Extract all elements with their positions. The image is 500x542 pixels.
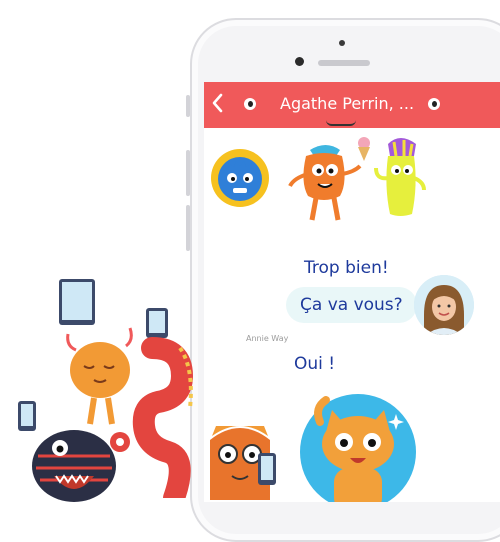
cat-sticker[interactable] [298, 392, 418, 502]
message-oui: Oui ! [294, 354, 336, 374]
dark-striped-monster [24, 418, 134, 512]
monster-eye-left [244, 98, 256, 110]
girl-avatar-icon [414, 275, 474, 335]
volume-up-button [186, 150, 190, 196]
sender-name: Annie Way [246, 334, 289, 343]
earpiece-speaker [318, 60, 370, 66]
smartphone-icon [256, 452, 278, 492]
chevron-left-icon [212, 93, 223, 113]
orange-monster-sticker[interactable] [286, 138, 364, 228]
mute-switch [186, 95, 190, 117]
message-trop-bien: Trop bien! [304, 258, 389, 278]
red-curvy-monster [132, 308, 202, 509]
message-bubble-ca-va: Ça va vous? [286, 287, 417, 323]
front-camera [295, 57, 304, 66]
yellow-monster-sticker[interactable] [370, 134, 430, 224]
monster-mouth [326, 120, 356, 126]
blue-monster-sticker[interactable] [210, 148, 270, 212]
camera-dot [339, 40, 345, 46]
avatar[interactable] [414, 275, 474, 335]
chat-title[interactable]: Agathe Perrin, ... [280, 94, 414, 113]
volume-down-button [186, 205, 190, 251]
back-button[interactable] [210, 92, 230, 118]
monster-eye-right [428, 98, 440, 110]
chat-header: Agathe Perrin, ... [204, 82, 500, 128]
